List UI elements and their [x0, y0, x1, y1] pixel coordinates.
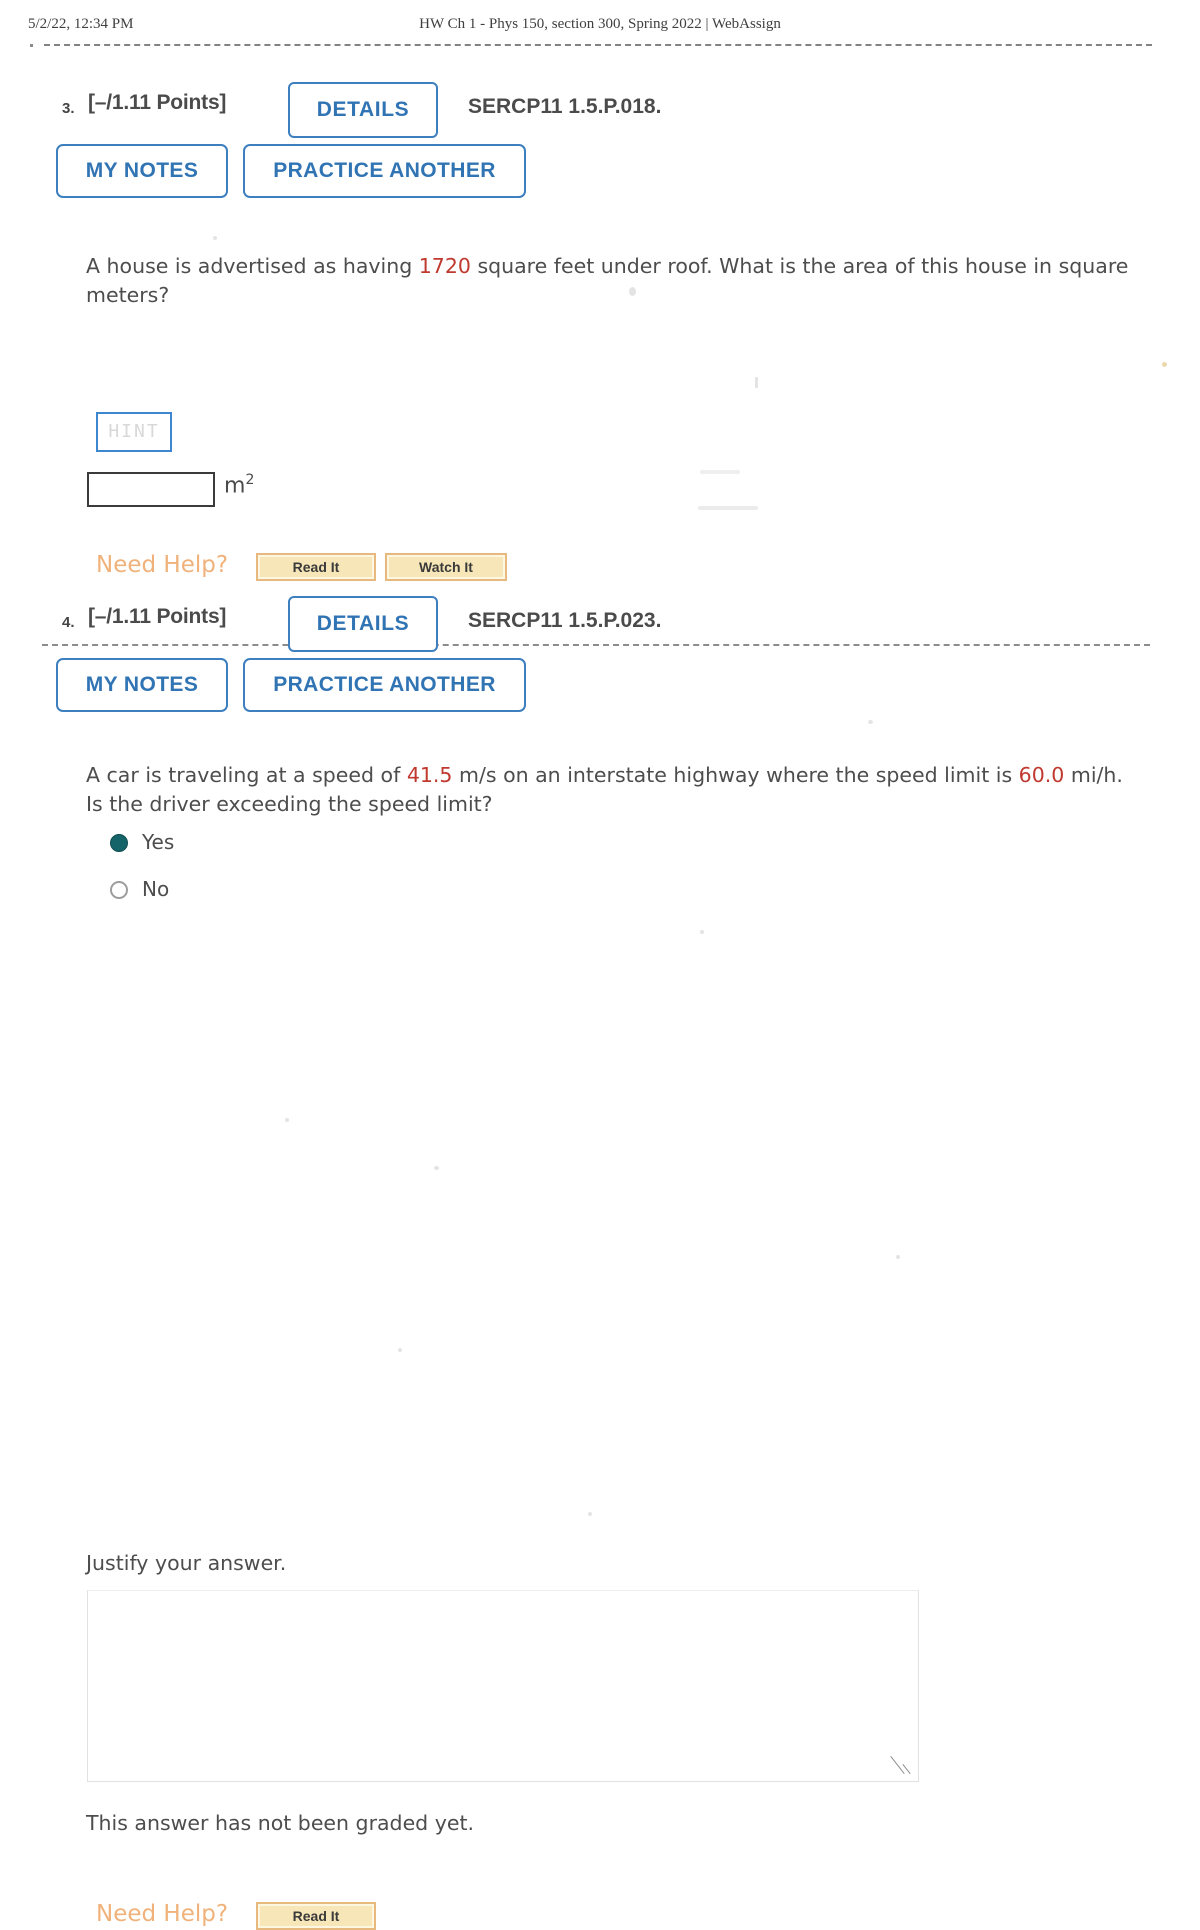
scan-speck: [698, 506, 758, 510]
scan-speck: [434, 1166, 439, 1170]
textarea-resize-handle-icon[interactable]: [888, 1752, 914, 1778]
read-it-button-4[interactable]: Read It: [256, 1902, 376, 1930]
need-help-label-3: Need Help?: [96, 552, 229, 578]
unit-exponent: 2: [245, 472, 255, 488]
my-notes-button-3[interactable]: MY NOTES: [56, 144, 228, 198]
scan-speck: [868, 720, 873, 724]
question-4-code: SERCP11 1.5.P.023.: [468, 609, 662, 632]
question-3-points: [–/1.11 Points]: [88, 91, 227, 114]
radio-option-yes-label: Yes: [142, 830, 175, 854]
question-3-value-area: 1720: [418, 254, 471, 278]
scan-speck: [700, 470, 740, 474]
header-rule-dot: [30, 44, 33, 47]
question-block-3: 3. [–/1.11 Points] DETAILS SERCP11 1.5.P…: [0, 82, 1200, 646]
question-block-4: 4. [–/1.11 Points] DETAILS SERCP11 1.5.P…: [0, 596, 1200, 1930]
scan-speck: [1162, 362, 1167, 367]
scan-speck: [588, 1512, 592, 1516]
scan-speck: [213, 236, 217, 240]
question-3-prompt-part1: A house is advertised as having: [86, 254, 419, 278]
radio-option-no[interactable]: No: [110, 877, 169, 901]
practice-another-button-3[interactable]: PRACTICE ANOTHER: [243, 144, 526, 198]
question-4-prompt: A car is traveling at a speed of 41.5 m/…: [86, 761, 1146, 819]
answer-input-3[interactable]: [87, 472, 215, 507]
radio-unselected-icon: [110, 881, 128, 899]
question-4-points: [–/1.11 Points]: [88, 605, 227, 628]
my-notes-button-4[interactable]: MY NOTES: [56, 658, 228, 712]
question-4-header: 4. [–/1.11 Points] DETAILS SERCP11 1.5.P…: [0, 596, 1200, 658]
scan-speck: [285, 1118, 289, 1122]
practice-another-button-4[interactable]: PRACTICE ANOTHER: [243, 658, 526, 712]
justify-answer-textarea[interactable]: [87, 1590, 919, 1782]
details-button-3[interactable]: DETAILS: [288, 82, 438, 138]
question-3-code: SERCP11 1.5.P.018.: [468, 95, 662, 118]
print-page-title: HW Ch 1 - Phys 150, section 300, Spring …: [419, 16, 781, 32]
scan-speck: [700, 930, 704, 934]
scan-speck: [629, 287, 636, 296]
read-it-button-3[interactable]: Read It: [256, 553, 376, 581]
question-3-number: 3.: [62, 100, 75, 117]
print-header: 5/2/22, 12:34 PM HW Ch 1 - Phys 150, sec…: [0, 14, 1200, 40]
question-3-header: 3. [–/1.11 Points] DETAILS SERCP11 1.5.P…: [0, 82, 1200, 144]
watch-it-button-3[interactable]: Watch It: [385, 553, 507, 581]
justify-answer-label: Justify your answer.: [86, 1551, 287, 1575]
question-4-value-speed: 41.5: [406, 763, 453, 787]
answer-unit-label-3: m2: [224, 472, 254, 498]
details-button-4[interactable]: DETAILS: [288, 596, 438, 652]
question-3-action-buttons: MY NOTES PRACTICE ANOTHER: [0, 144, 1200, 214]
grading-status-text: This answer has not been graded yet.: [86, 1811, 475, 1835]
scan-speck: [398, 1348, 402, 1352]
question-3-prompt: A house is advertised as having 1720 squ…: [86, 252, 1146, 310]
question-4-prompt-part1: A car is traveling at a speed of: [86, 763, 407, 787]
question-4-value-limit: 60.0: [1018, 763, 1065, 787]
question-4-number: 4.: [62, 614, 75, 631]
scan-speck: [755, 377, 758, 388]
scan-speck: [896, 1255, 900, 1259]
radio-selected-icon: [110, 834, 128, 852]
header-divider: [44, 44, 1152, 46]
radio-option-yes[interactable]: Yes: [110, 830, 174, 854]
radio-option-no-label: No: [142, 877, 170, 901]
need-help-label-4: Need Help?: [96, 1901, 229, 1927]
question-4-prompt-part2: m/s on an interstate highway where the s…: [452, 763, 1019, 787]
question-4-action-buttons: MY NOTES PRACTICE ANOTHER: [0, 658, 1200, 728]
unit-base: m: [224, 473, 246, 499]
hint-button-3[interactable]: HINT: [96, 412, 172, 452]
